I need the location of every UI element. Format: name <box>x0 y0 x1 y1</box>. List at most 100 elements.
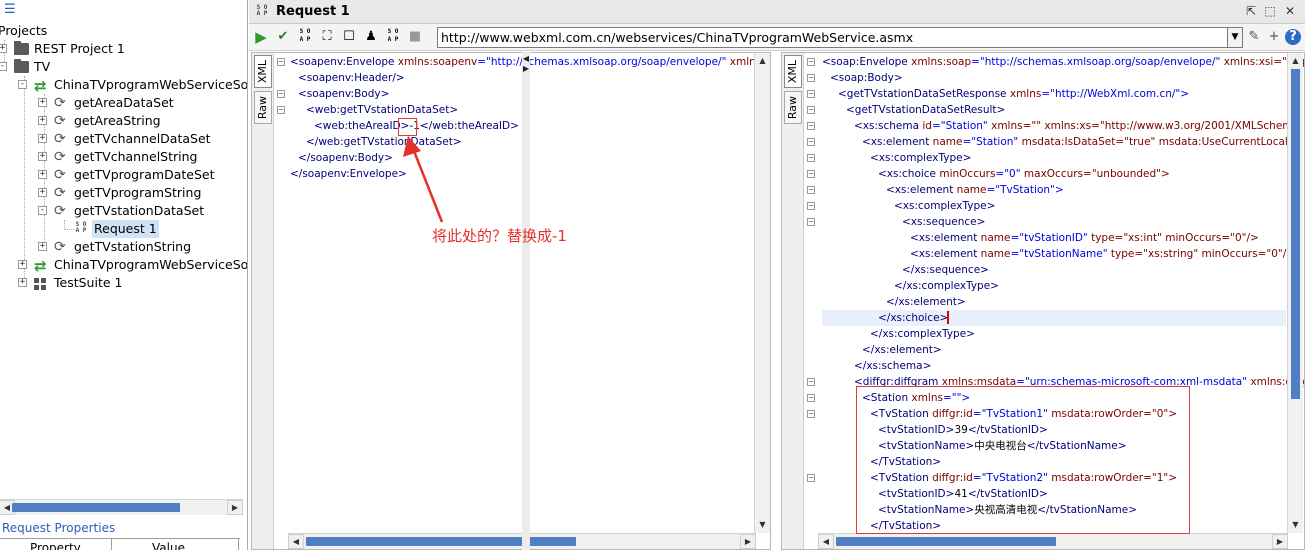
fold-toggle-icon[interactable]: − <box>807 474 815 482</box>
tab-response-xml[interactable]: XML <box>784 55 802 89</box>
fold-toggle-icon[interactable]: − <box>807 58 815 66</box>
expand-icon[interactable]: + <box>38 98 47 107</box>
fold-toggle-icon[interactable]: − <box>807 410 815 418</box>
fold-toggle-icon[interactable]: − <box>277 58 285 66</box>
scroll-up-arrow-icon[interactable]: ▲ <box>1288 53 1303 69</box>
add-icon[interactable]: + <box>1265 28 1283 46</box>
expand-icon[interactable]: + <box>38 134 47 143</box>
fold-toggle-icon[interactable]: − <box>807 138 815 146</box>
expand-icon[interactable]: + <box>38 242 47 251</box>
stop-icon[interactable]: ■ <box>406 28 424 46</box>
tree-item-operation[interactable]: + ⟳ getTVchannelString <box>0 148 247 166</box>
collapse-left-arrow-icon[interactable]: ◀ <box>522 54 530 63</box>
expand-icon[interactable]: + <box>38 170 47 179</box>
fold-toggle-icon[interactable]: − <box>807 154 815 162</box>
scroll-right-arrow-icon[interactable]: ▶ <box>1272 534 1288 549</box>
fullscreen-icon[interactable]: ⛶ <box>318 28 336 46</box>
tree-item-project[interactable]: - TV <box>0 58 247 76</box>
scroll-thumb[interactable] <box>306 537 576 546</box>
fold-toggle-icon[interactable]: − <box>807 74 815 82</box>
xml-line: <xs:choice minOccurs="0" maxOccurs="unbo… <box>878 166 1170 182</box>
add-assertion-icon[interactable]: ✔ <box>274 28 292 46</box>
collapse-right-arrow-icon[interactable]: ▶ <box>522 64 530 73</box>
tree-item-operation[interactable]: + ⟳ getAreaString <box>0 112 247 130</box>
tab-request-raw[interactable]: Raw <box>254 91 272 125</box>
fold-toggle-icon[interactable]: − <box>807 170 815 178</box>
tree-item-project[interactable]: + REST Project 1 <box>0 40 247 58</box>
maximize-icon[interactable]: ⬚ <box>1262 3 1278 19</box>
expand-icon[interactable]: + <box>38 116 47 125</box>
tree-item-request[interactable]: S OA P Request 1 <box>0 220 247 238</box>
pane-splitter[interactable]: ◀ ▶ <box>522 52 530 550</box>
endpoint-url-input[interactable]: http://www.webxml.com.cn/webservices/Chi… <box>437 27 1228 48</box>
tree-item-operation[interactable]: + ⟳ getTVchannelDataSet <box>0 130 247 148</box>
fold-gutter: − − − <box>274 53 288 533</box>
value-column-header[interactable]: Value <box>152 541 185 550</box>
expand-icon[interactable]: + <box>18 260 27 269</box>
detach-icon[interactable]: ⇱ <box>1243 3 1259 19</box>
help-icon[interactable]: ? <box>1285 29 1301 45</box>
xml-token: minOccurs <box>936 168 996 180</box>
xml-line: </xs:choice> <box>878 310 948 326</box>
request-vscrollbar[interactable]: ▲ ▼ <box>754 53 770 533</box>
scroll-thumb[interactable] <box>1291 69 1300 399</box>
tree-item-operation[interactable]: + ⟳ getTVstationString <box>0 238 247 256</box>
scroll-down-arrow-icon[interactable]: ▼ <box>755 517 770 533</box>
xml-line: <soapenv:Header/> <box>298 70 405 86</box>
fold-toggle-icon[interactable]: − <box>807 202 815 210</box>
user-icon[interactable]: ♟ <box>362 28 380 46</box>
expand-icon[interactable]: + <box>38 188 47 197</box>
list-icon[interactable]: ☰ <box>4 3 16 16</box>
tree-item-interface[interactable]: + ⇄ ChinaTVprogramWebServiceSoap12 <box>0 256 247 275</box>
fold-toggle-icon[interactable]: − <box>807 218 815 226</box>
collapse-icon[interactable]: - <box>38 206 47 215</box>
response-vscrollbar[interactable]: ▲ ▼ <box>1287 53 1303 533</box>
request-properties-title[interactable]: Request Properties <box>2 521 115 535</box>
scroll-thumb[interactable] <box>12 503 180 512</box>
scroll-thumb[interactable] <box>836 537 1056 546</box>
edit-endpoint-icon[interactable]: ✎ <box>1245 28 1263 46</box>
property-column-header[interactable]: Property <box>30 541 81 550</box>
fold-toggle-icon[interactable]: − <box>807 90 815 98</box>
scroll-right-arrow-icon[interactable]: ▶ <box>227 500 243 515</box>
fold-toggle-icon[interactable]: − <box>277 90 285 98</box>
endpoint-dropdown-icon[interactable]: ▼ <box>1228 27 1243 48</box>
tree-item-interface[interactable]: - ⇄ ChinaTVprogramWebServiceSoap <box>0 76 247 95</box>
tree-item-operation[interactable]: + ⟳ getTVprogramString <box>0 184 247 202</box>
cancel-square-icon[interactable]: ☐ <box>340 28 358 46</box>
fold-toggle-icon[interactable]: − <box>807 122 815 130</box>
tab-request-xml[interactable]: XML <box>254 55 272 89</box>
expand-icon[interactable]: + <box>18 278 27 287</box>
scroll-down-arrow-icon[interactable]: ▼ <box>1288 517 1303 533</box>
collapse-icon[interactable]: - <box>0 62 7 71</box>
collapse-icon[interactable]: - <box>18 80 27 89</box>
navigator-hscrollbar[interactable]: ◀ ▶ <box>0 499 243 515</box>
fold-toggle-icon[interactable]: − <box>807 378 815 386</box>
interface-icon: ⇄ <box>34 257 47 275</box>
expand-icon[interactable]: + <box>38 152 47 161</box>
fold-toggle-icon[interactable]: − <box>807 394 815 402</box>
tree-item-label: getAreaDataSet <box>74 95 174 110</box>
create-testcase-icon[interactable]: S OA P <box>296 28 314 46</box>
expand-icon[interactable]: + <box>0 44 7 53</box>
tab-response-raw[interactable]: Raw <box>784 91 802 125</box>
tree-item-operation[interactable]: + ⟳ getTVprogramDateSet <box>0 166 247 184</box>
scroll-right-arrow-icon[interactable]: ▶ <box>740 534 756 549</box>
tree-item-operation[interactable]: - ⟳ getTVstationDataSet <box>0 202 247 220</box>
xml-token: <getTVstationDataSetResponse <box>838 88 1007 100</box>
operation-icon: ⟳ <box>54 149 66 165</box>
scroll-up-arrow-icon[interactable]: ▲ <box>755 53 770 69</box>
fold-toggle-icon[interactable]: − <box>807 106 815 114</box>
scroll-left-arrow-icon[interactable]: ◀ <box>288 534 304 549</box>
response-hscrollbar[interactable]: ◀ ▶ <box>818 533 1288 549</box>
fold-toggle-icon[interactable]: − <box>807 186 815 194</box>
xml-token: ="Station" <box>931 120 988 132</box>
scroll-left-arrow-icon[interactable]: ◀ <box>818 534 834 549</box>
close-icon[interactable]: ✕ <box>1282 3 1298 19</box>
fold-toggle-icon[interactable]: − <box>277 106 285 114</box>
xml-token: xmlns="" xmlns:xs="http://www.w3.org/200… <box>991 120 1304 132</box>
tree-item-operation[interactable]: + ⟳ getAreaDataSet <box>0 94 247 112</box>
tree-item-testsuite[interactable]: + TestSuite 1 <box>0 274 247 292</box>
run-button[interactable]: ▶ <box>252 28 270 46</box>
soap-action-icon[interactable]: S OA P <box>384 28 402 46</box>
